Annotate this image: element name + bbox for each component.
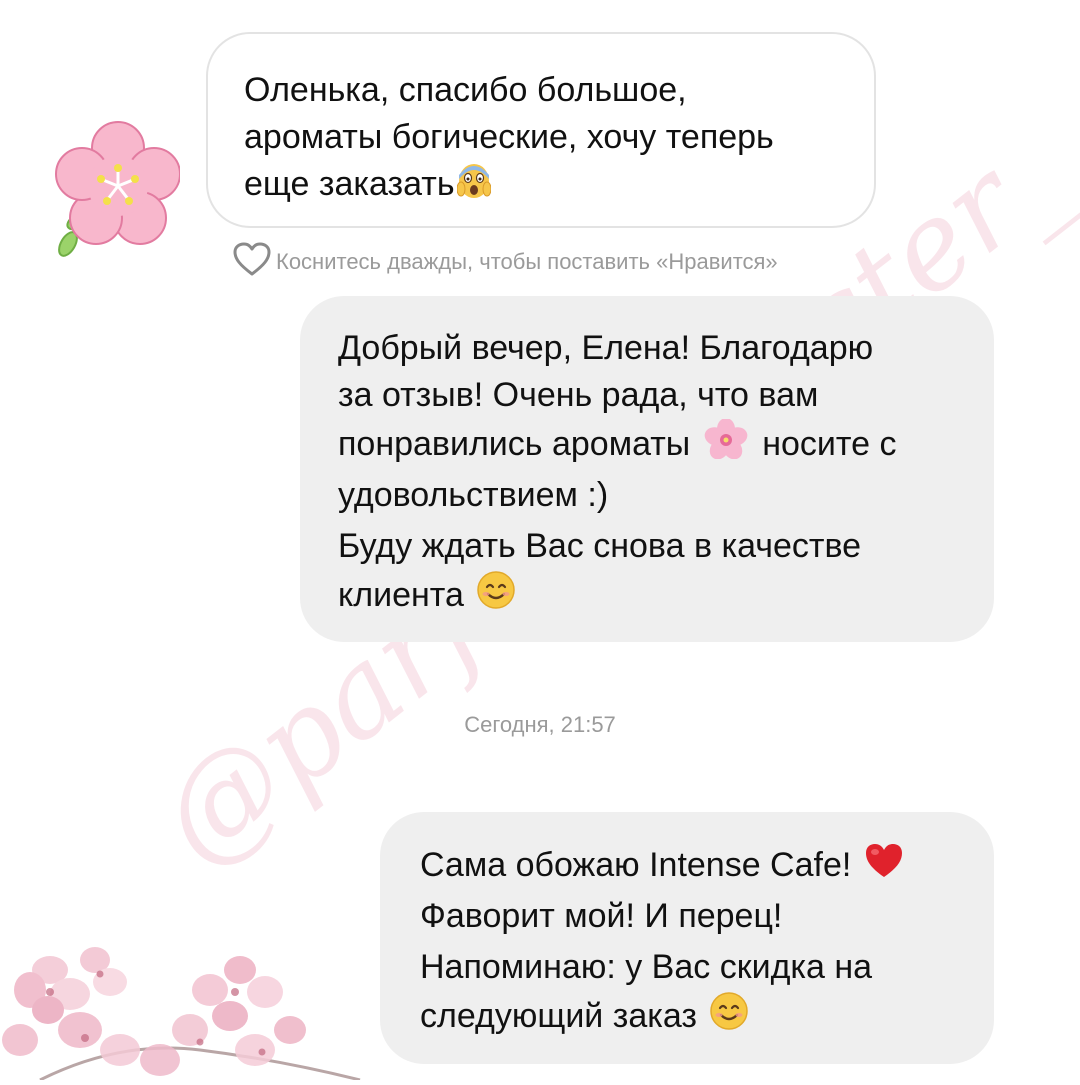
outgoing-message-line: Добрый вечер, Елена! Благодарю <box>338 329 874 367</box>
like-hint-text: Коснитесь дважды, чтобы поставить «Нрави… <box>276 249 778 274</box>
heart-outline-icon[interactable] <box>232 241 272 283</box>
red-heart-emoji-icon <box>863 842 905 893</box>
outgoing-message-line: Напоминаю: у Вас скидка на <box>420 948 873 986</box>
cherry-blossom-emoji-icon <box>704 418 748 472</box>
screaming-face-emoji-icon <box>456 163 492 212</box>
flower-sticker-icon <box>40 116 181 271</box>
watercolor-blossoms-icon <box>0 930 380 1085</box>
smiling-face-emoji-icon <box>709 991 749 1044</box>
smiling-face-emoji-icon <box>476 570 516 623</box>
incoming-message-line: еще заказать <box>244 161 844 212</box>
incoming-message-line: Оленька, спасибо большое, <box>244 71 687 109</box>
outgoing-message-line: за отзыв! Очень рада, что вам <box>338 376 819 414</box>
incoming-message-line: ароматы богические, хочу теперь <box>244 118 774 156</box>
outgoing-message-line: понравились ароматы носите с <box>338 418 970 472</box>
message-timestamp: Сегодня, 21:57 <box>464 712 616 737</box>
outgoing-message-bubble[interactable]: Сама обожаю Intense Cafe! Фаворит мой! И… <box>380 812 994 1064</box>
outgoing-message-line: следующий заказ <box>420 991 970 1044</box>
outgoing-message-line: удовольствием :) <box>338 476 609 514</box>
outgoing-message-line: Фаворит мой! И перец! <box>420 897 783 935</box>
outgoing-message-bubble[interactable]: Добрый вечер, Елена! Благодарю за отзыв!… <box>300 296 994 642</box>
double-tap-like-hint[interactable]: Коснитесь дважды, чтобы поставить «Нрави… <box>232 242 778 282</box>
outgoing-message-line: клиента <box>338 570 970 623</box>
outgoing-message-line: Сама обожаю Intense Cafe! <box>420 842 970 893</box>
incoming-message-bubble[interactable]: Оленька, спасибо большое, ароматы богиче… <box>206 32 876 228</box>
outgoing-message-line: Буду ждать Вас снова в качестве <box>338 527 862 565</box>
